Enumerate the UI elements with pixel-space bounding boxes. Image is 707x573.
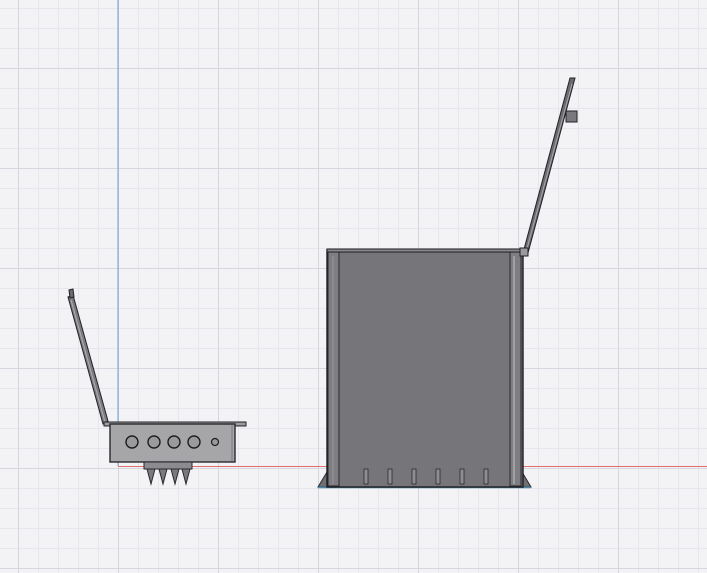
mounting-spike xyxy=(170,468,180,486)
mounting-spike xyxy=(158,468,168,486)
scene-models xyxy=(67,77,578,489)
vent-slot xyxy=(459,468,465,485)
connector-port-icon xyxy=(167,435,181,449)
small-enclosure-model[interactable] xyxy=(67,288,247,486)
tall-hinge-block xyxy=(519,247,529,257)
connector-port-icon xyxy=(187,435,201,449)
connector-port-small-icon xyxy=(210,437,220,447)
mounting-spike xyxy=(181,468,191,486)
small-lid-edge xyxy=(70,299,106,423)
tall-enclosure-model[interactable] xyxy=(317,77,578,489)
vent-slot xyxy=(435,468,441,485)
tall-top-lip xyxy=(326,248,524,253)
connector-port-icon xyxy=(125,435,139,449)
3d-viewport[interactable] xyxy=(0,0,707,573)
tall-lid-edge xyxy=(525,83,573,253)
right-side-rail xyxy=(509,250,522,487)
connector-port-icon xyxy=(147,435,161,449)
small-lid-tip xyxy=(68,288,75,299)
tall-lid-handle xyxy=(565,110,578,123)
vent-slot xyxy=(363,468,369,485)
mounting-spike xyxy=(146,468,156,486)
small-mount-plate xyxy=(143,461,193,470)
tall-enclosure-body[interactable] xyxy=(326,249,524,488)
vent-slot xyxy=(387,468,393,485)
tall-enclosure-lid[interactable] xyxy=(522,77,576,254)
vent-slot xyxy=(411,468,417,485)
vent-slot xyxy=(483,468,489,485)
